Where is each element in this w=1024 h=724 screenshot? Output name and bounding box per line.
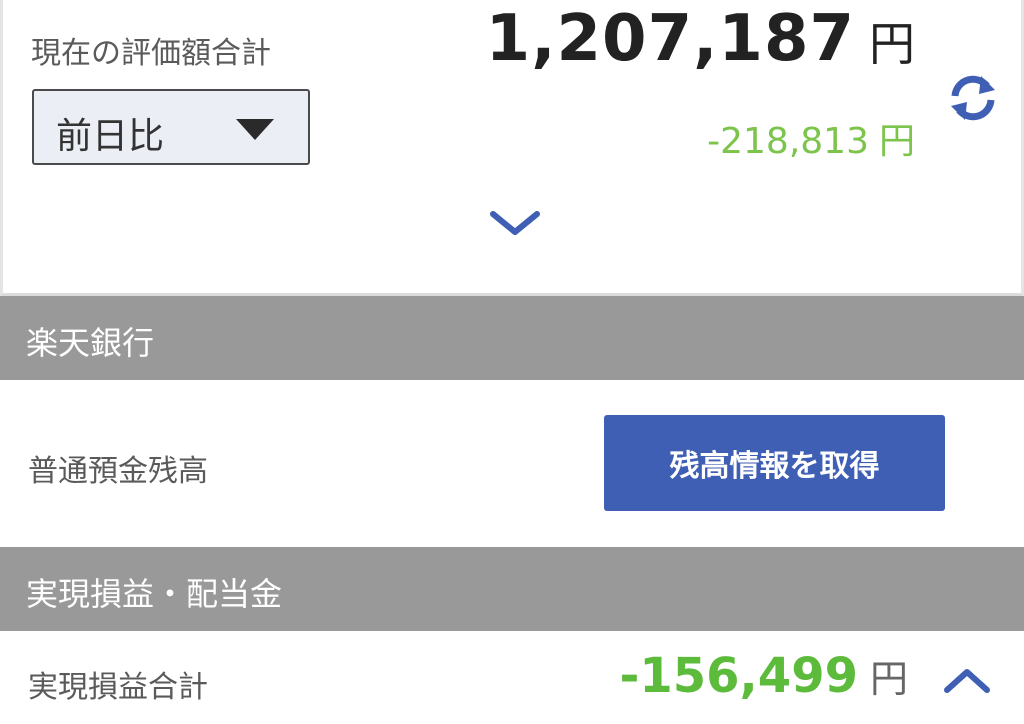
realized-pl-section-header: 実現損益・配当金 bbox=[0, 547, 1024, 631]
bank-section-title: 楽天銀行 bbox=[26, 324, 155, 362]
comparison-period-value: 前日比 bbox=[56, 116, 165, 157]
expand-summary-button[interactable] bbox=[487, 204, 543, 240]
total-valuation-label: 現在の評価額合計 bbox=[31, 36, 271, 71]
refresh-icon bbox=[951, 75, 995, 121]
change-currency: 円 bbox=[878, 121, 915, 162]
realized-pl-amount: -156,499 bbox=[619, 648, 858, 704]
total-valuation-currency: 円 bbox=[869, 17, 915, 71]
bank-section-header: 楽天銀行 bbox=[0, 296, 1024, 380]
total-valuation-amount: 1,207,187 bbox=[485, 2, 855, 76]
refresh-button[interactable] bbox=[947, 74, 999, 122]
realized-pl-section-title: 実現損益・配当金 bbox=[26, 575, 283, 613]
realized-pl-total-value: -156,499 円 bbox=[619, 648, 908, 704]
change-value: -218,813 円 bbox=[707, 112, 915, 164]
chevron-down-icon bbox=[490, 211, 540, 235]
savings-balance-label: 普通預金残高 bbox=[28, 454, 208, 489]
realized-pl-currency: 円 bbox=[869, 657, 908, 701]
collapse-pl-button[interactable] bbox=[942, 664, 992, 696]
chevron-up-icon bbox=[944, 669, 990, 693]
total-valuation-value: 1,207,187 円 bbox=[486, 2, 915, 76]
caret-down-icon bbox=[236, 119, 274, 140]
change-amount: -218,813 bbox=[707, 121, 869, 162]
fetch-balance-button[interactable]: 残高情報を取得 bbox=[604, 415, 945, 511]
valuation-summary-card: 現在の評価額合計 1,207,187 円 前日比 -218,813 円 bbox=[0, 0, 1024, 296]
comparison-period-select[interactable]: 前日比 bbox=[32, 89, 310, 165]
realized-pl-total-label: 実現損益合計 bbox=[28, 670, 208, 705]
